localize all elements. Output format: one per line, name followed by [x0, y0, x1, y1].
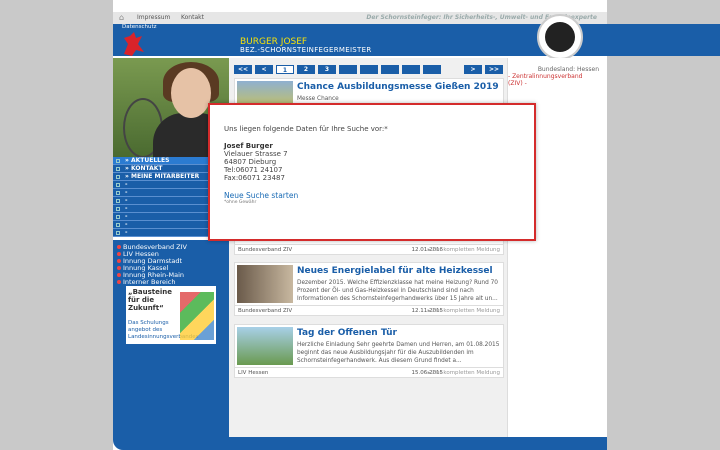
nav-label: MEINE MITARBEITER [130, 173, 200, 180]
nav-label: - [125, 181, 128, 188]
logo-emblem [545, 22, 575, 52]
news-source: LIV Hessen [238, 370, 269, 376]
link-bullet-icon [117, 273, 121, 277]
news-text: Messe Chance [297, 96, 339, 102]
home-icon[interactable]: ⌂ [119, 13, 124, 22]
nav-bullet-icon [116, 183, 120, 187]
pager-page-2[interactable]: 2 [297, 65, 315, 74]
news-card[interactable]: Tag der Offenen Tür Herzliche Einladung … [234, 324, 504, 378]
nav-bullet-icon [116, 175, 120, 179]
search-result-dialog: Uns liegen folgende Daten für Ihre Suche… [208, 103, 536, 241]
footer-bar [113, 437, 607, 450]
news-footer: LIV Hessen 15.06.2015 ▸ Zur kompletten M… [235, 367, 503, 377]
pager-last-button[interactable]: >> [485, 65, 503, 74]
news-more-link[interactable]: ▸ Zur kompletten Meldung [428, 247, 500, 253]
link-bullet-icon [117, 280, 121, 284]
nav-label: AKTUELLES [130, 157, 170, 164]
pager-page[interactable] [402, 65, 420, 74]
link-label: Interner Bereich [123, 278, 176, 286]
pager-prev-button[interactable]: < [255, 65, 273, 74]
news-text: Dezember 2015. Welche Effizienzklasse ha… [297, 280, 498, 302]
nav-label: - [125, 205, 128, 212]
nav-bullet-icon [116, 231, 120, 235]
nav-bullet-icon [116, 223, 120, 227]
news-title[interactable]: Neues Energielabel für alte Heizkessel [297, 266, 493, 276]
promo-title: „Bausteine für die Zukunft“ [128, 288, 173, 312]
hessen-lion-icon [124, 32, 144, 56]
news-more-link[interactable]: ▸ Zur kompletten Meldung [428, 370, 500, 376]
nav-label: - [125, 221, 128, 228]
result-city: 64807 Dieburg [224, 158, 277, 166]
kontakt-link[interactable]: Kontakt [181, 14, 204, 21]
news-image [237, 265, 293, 303]
news-more-link[interactable]: ▸ Zur kompletten Meldung [428, 308, 500, 314]
result-street: Vielauer Strasse 7 [224, 150, 288, 158]
pager-page[interactable] [381, 65, 399, 74]
link-bullet-icon [117, 252, 121, 256]
promo-banner[interactable]: „Bausteine für die Zukunft“ Das Schulung… [126, 286, 216, 344]
nav-label: - [125, 189, 128, 196]
link-interner-bereich[interactable]: Interner Bereich [113, 279, 229, 286]
association-link[interactable]: - Zentralinnungsverband (ZIV) - [508, 73, 599, 87]
top-bar: ⌂ Impressum Kontakt Der Schornsteinfeger… [113, 12, 607, 24]
impressum-link[interactable]: Impressum [137, 14, 170, 21]
news-source: Bundesverband ZIV [238, 308, 293, 314]
pager-first-button[interactable]: << [234, 65, 252, 74]
news-card[interactable]: Neues Energielabel für alte Heizkessel D… [234, 262, 504, 316]
pager-page[interactable] [360, 65, 378, 74]
pager-page[interactable] [423, 65, 441, 74]
pager-page-3[interactable]: 3 [318, 65, 336, 74]
nav-bullet-icon [116, 207, 120, 211]
nav-label: - [125, 197, 128, 204]
nav-bullet-icon [116, 159, 120, 163]
news-more-label: Zur kompletten Meldung [432, 308, 500, 314]
pager-next-button[interactable]: > [464, 65, 482, 74]
link-bullet-icon [117, 245, 121, 249]
result-phone: Tel:06071 24107 [224, 166, 283, 174]
news-source: Bundesverband ZIV [238, 247, 293, 253]
news-footer: Bundesverband ZIV 12.11.2015 ▸ Zur kompl… [235, 305, 503, 315]
result-name: Josef Burger [224, 142, 273, 150]
state-label: Bundesland: Hessen [537, 66, 599, 73]
person-face-shape [171, 68, 211, 118]
header-bar-right [607, 24, 720, 56]
nav-bullet-icon [116, 199, 120, 203]
nav-bullet-icon [116, 215, 120, 219]
nav-bullet-icon [116, 167, 120, 171]
news-title[interactable]: Tag der Offenen Tür [297, 328, 397, 338]
chimney-sweep-logo-icon [537, 14, 583, 60]
dialog-intro: Uns liegen folgende Daten für Ihre Suche… [224, 125, 388, 133]
nav-label: KONTAKT [130, 165, 163, 172]
news-pagination: << < 1 2 3 > >> [234, 65, 504, 74]
new-search-link[interactable]: Neue Suche starten [224, 191, 298, 200]
nav-label: - [125, 229, 128, 236]
building-blocks-icon [180, 292, 214, 340]
nav-bullet-icon [116, 191, 120, 195]
news-image [237, 327, 293, 365]
master-title: BEZ.-SCHORNSTEINFEGERMEISTER [240, 46, 372, 54]
news-more-label: Zur kompletten Meldung [432, 247, 500, 253]
news-more-label: Zur kompletten Meldung [432, 370, 500, 376]
news-footer: Bundesverband ZIV 12.01.2016 ▸ Zur kompl… [235, 244, 503, 254]
nav-label: - [125, 213, 128, 220]
news-title[interactable]: Chance Ausbildungsmesse Gießen 2019 [297, 82, 499, 92]
promo-subtitle: Das Schulungs angebot des Landesinnungsv… [128, 320, 199, 340]
result-fax: Fax:06071 23487 [224, 174, 285, 182]
disclaimer-note: *ohne Gewähr [224, 200, 257, 205]
pager-page[interactable] [339, 65, 357, 74]
news-text: Herzliche Einladung Sehr geehrte Damen u… [297, 342, 500, 364]
link-bullet-icon [117, 259, 121, 263]
pager-page-1[interactable]: 1 [276, 65, 294, 74]
link-bullet-icon [117, 266, 121, 270]
